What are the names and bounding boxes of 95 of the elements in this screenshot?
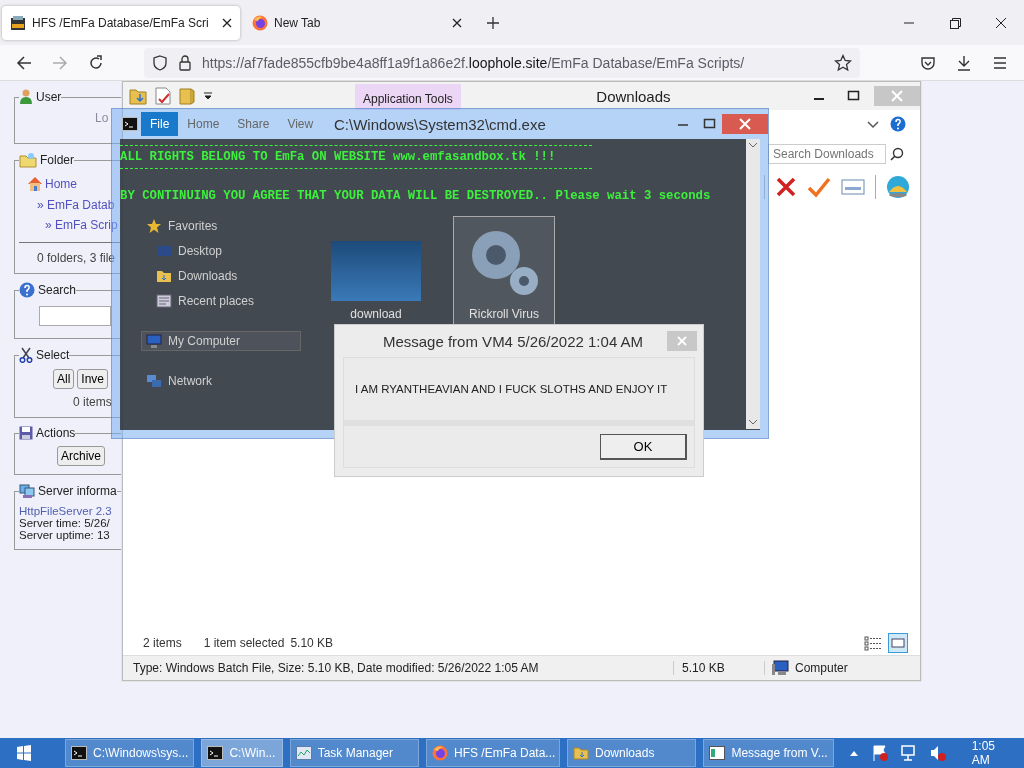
recent-icon: [156, 293, 172, 309]
home-icon: [27, 176, 43, 192]
browser-logo-icon: [252, 14, 268, 31]
server-logo-icon: [10, 14, 26, 31]
section-title: User: [36, 90, 62, 104]
computer-icon: [146, 333, 162, 349]
ok-button[interactable]: OK: [600, 433, 687, 460]
item-count: 2 items: [143, 636, 182, 650]
properties-icon[interactable]: [155, 87, 171, 105]
browser-tab[interactable]: HFS /EmFa Database/EmFa Scri: [2, 5, 240, 40]
volume-muted-icon[interactable]: [928, 744, 947, 762]
taskbar-button[interactable]: Message from V...: [703, 739, 834, 767]
large-icons-view-icon[interactable]: [888, 633, 908, 653]
server-info-text: Server time: 5/26/: [19, 517, 111, 529]
reload-icon[interactable]: [88, 54, 104, 71]
computer-icon: [771, 660, 789, 676]
search-field[interactable]: [39, 306, 111, 326]
nav-item[interactable]: Recent places: [141, 291, 301, 311]
file-item[interactable]: download: [325, 216, 427, 326]
shield-icon: [152, 54, 168, 71]
new-folder-icon[interactable]: [179, 87, 195, 105]
folder-link[interactable]: Home: [45, 177, 77, 191]
plus-icon[interactable]: [486, 15, 500, 30]
downloads-icon: [156, 268, 172, 284]
console-text: ALL RIGHTS BELONG TO EmFa ON WEBSITE www.emfasandbox.tk !!!: [120, 145, 592, 169]
star-icon[interactable]: [834, 53, 852, 72]
ribbon-tab[interactable]: View: [278, 112, 323, 136]
nav-item[interactable]: Downloads: [141, 266, 301, 286]
window-icon: [709, 746, 726, 760]
menu-icon[interactable]: [992, 54, 1008, 71]
chart-window-icon: [295, 746, 312, 760]
lock-icon: [178, 54, 192, 71]
console-icon: [71, 746, 87, 760]
help-icon: [19, 282, 35, 298]
taskbar-button[interactable]: C:\Windows\sys...: [65, 739, 195, 767]
nav-item[interactable]: Network: [141, 371, 301, 391]
star-icon: [146, 218, 162, 234]
clock: 1:05 AM: [971, 739, 996, 767]
nav-item[interactable]: Favorites: [141, 216, 301, 236]
desktop-icon: [156, 243, 172, 259]
selection-size: 5.10 KB: [290, 636, 334, 650]
pocket-icon[interactable]: [920, 54, 936, 71]
dialog-title: Message from VM4 5/26/2022 1:04 AM: [381, 332, 645, 350]
ribbon-tab[interactable]: Home: [178, 112, 229, 136]
section-title: Folder: [40, 153, 74, 167]
folder-arrow-icon[interactable]: [129, 87, 147, 105]
window-title: C:\Windows\System32\cmd.exe: [334, 115, 546, 133]
ribbon-tab[interactable]: File: [141, 112, 179, 136]
help-icon[interactable]: [890, 116, 906, 132]
selection-status: 1 item selected: [203, 636, 285, 650]
console-text: BY CONTINUING YOU AGREE THAT YOUR DATA WILL BE DESTROYED.. Please wait 3 seconds: [120, 189, 712, 203]
nav-item[interactable]: Desktop: [141, 241, 301, 261]
section-title: Search: [38, 283, 77, 297]
close-icon[interactable]: [452, 17, 462, 28]
select-button[interactable]: Inve: [77, 369, 109, 389]
browser-tab[interactable]: New Tab: [244, 5, 470, 40]
taskbar-button[interactable]: Task Manager: [289, 739, 419, 767]
search-icon: [890, 147, 904, 161]
login-link[interactable]: Lo: [19, 107, 123, 135]
folder-icon: [19, 152, 37, 168]
console-icon: [207, 746, 224, 760]
delete-icon[interactable]: [775, 176, 797, 198]
message-text: I AM RYANTHEAVIAN AND I FUCK SLOTHS AND ENJOY IT: [344, 358, 694, 426]
browser-logo-icon: [432, 745, 448, 761]
checkmark-icon[interactable]: [807, 176, 831, 198]
dropdown-icon[interactable]: [203, 91, 213, 101]
computers-icon: [19, 483, 35, 499]
context-tab[interactable]: Application Tools: [355, 84, 461, 110]
ribbon-tab[interactable]: Share: [228, 112, 279, 136]
select-button[interactable]: All: [53, 369, 75, 389]
address-bar[interactable]: https://af7fade855cfb9be4a8ff1a9f1a86e2f.loophole.site/EmFa Database/EmFa Scripts/: [144, 47, 860, 78]
network-icon[interactable]: [899, 744, 918, 762]
archive-button[interactable]: Archive: [57, 446, 105, 466]
back-icon[interactable]: [16, 54, 32, 71]
taskbar-button[interactable]: HFS /EmFa Data...: [426, 739, 560, 767]
section-title: Server informa: [38, 484, 117, 498]
download-icon[interactable]: [956, 54, 972, 71]
scissors-icon: [19, 347, 33, 363]
section-title: Actions: [36, 426, 76, 440]
server-info-text: Server uptime: 13: [19, 529, 111, 541]
location-label: Computer: [795, 661, 848, 675]
server-link[interactable]: HttpFileServer 2.3: [19, 505, 123, 517]
details-view-icon[interactable]: [864, 635, 882, 651]
network-icon: [146, 373, 162, 389]
taskbar-button[interactable]: Downloads: [567, 739, 697, 767]
search-field[interactable]: Search Downloads: [768, 144, 886, 164]
file-size: 5.10 KB: [674, 661, 765, 675]
close-icon[interactable]: [222, 17, 232, 28]
flag-icon[interactable]: [870, 744, 889, 762]
folder-icon: [573, 745, 589, 761]
window-title: Downloads: [595, 87, 672, 105]
scrollbar-icon[interactable]: [746, 139, 760, 429]
section-title: Select: [36, 348, 70, 362]
user-icon: [19, 89, 33, 105]
file-details: Type: Windows Batch File, Size: 5.10 KB, Date modified: 5/26/2022 1:05 AM: [123, 661, 674, 675]
